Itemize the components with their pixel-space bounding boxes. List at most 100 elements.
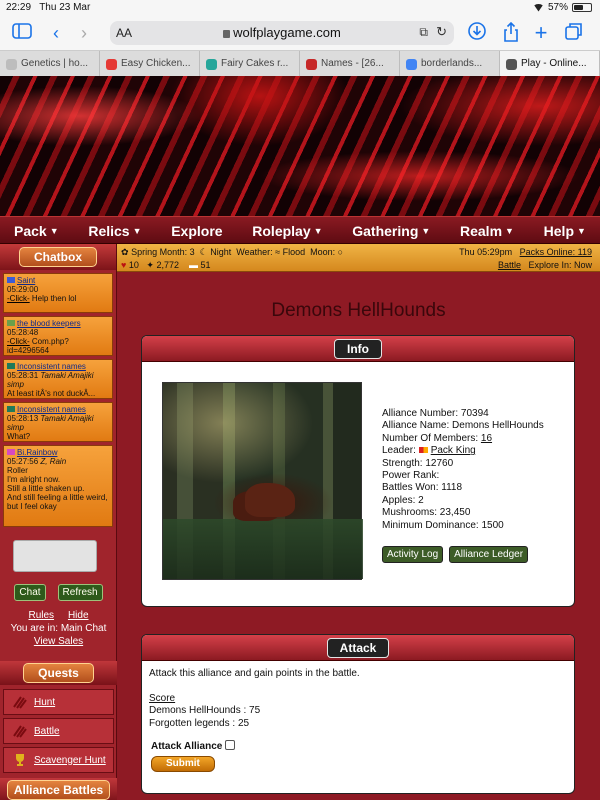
- chat-click-link[interactable]: -Click-: [7, 294, 30, 303]
- tabs-overview-icon[interactable]: [562, 22, 586, 44]
- back-icon[interactable]: ‹: [46, 22, 66, 44]
- chat-user-link[interactable]: Inconsistent names: [17, 405, 86, 414]
- trophy-icon: [16, 754, 24, 766]
- quests-title[interactable]: Quests: [23, 663, 94, 683]
- alliance-number: Alliance Number: 70394: [382, 408, 489, 419]
- url-display[interactable]: wolfplaygame.com: [110, 25, 454, 40]
- browser-tab-label: Names - [26...: [321, 58, 384, 69]
- page-title: Demons HellHounds: [271, 300, 446, 321]
- chat-user-link[interactable]: the blood keepers: [17, 319, 81, 328]
- strength: Strength: 12760: [382, 457, 454, 469]
- attack-panel: Attack Attack this alliance and gain poi…: [141, 634, 575, 794]
- min-dominance: Minimum Dominance: 1500: [382, 519, 504, 531]
- chatbox-title[interactable]: Chatbox: [19, 247, 97, 267]
- browser-tab[interactable]: Names - [26...: [300, 51, 400, 77]
- bone-icon: ▬: [189, 260, 198, 270]
- submit-button[interactable]: Submit: [151, 755, 215, 772]
- browser-tab[interactable]: borderlands...: [400, 51, 500, 77]
- flood-icon: ≈: [275, 247, 281, 257]
- chevron-down-icon: ▼: [49, 226, 59, 236]
- chat-line: Still a little shaken up.: [7, 484, 85, 493]
- battle-link[interactable]: Battle: [498, 260, 521, 270]
- chat-input[interactable]: [13, 540, 97, 572]
- flag-icon: [7, 406, 15, 412]
- packs-online-link[interactable]: Packs Online: 119: [520, 247, 592, 257]
- members-link[interactable]: 16: [481, 433, 492, 444]
- main-content: Demons HellHounds Info Alliance Number: …: [117, 272, 600, 800]
- favicon-icon: [106, 58, 117, 70]
- favicon-icon: [506, 58, 517, 70]
- hide-link[interactable]: Hide: [68, 610, 89, 621]
- status-right: 57%: [532, 2, 592, 13]
- nav-label: Pack: [14, 223, 47, 239]
- alliance-battles-title[interactable]: Alliance Battles: [6, 780, 111, 800]
- share-icon[interactable]: [500, 21, 522, 44]
- refresh-button[interactable]: Refresh: [57, 584, 103, 601]
- nav-item-pack[interactable]: Pack ▼: [14, 217, 59, 243]
- attack-alliance-checkbox[interactable]: [225, 740, 236, 750]
- favicon-icon: [406, 58, 417, 70]
- download-icon[interactable]: [466, 22, 488, 44]
- status-date: Thu 23 Mar: [39, 2, 91, 13]
- activity-log-button[interactable]: Activity Log: [382, 546, 444, 563]
- browser-tab-label: borderlands...: [421, 58, 483, 69]
- browser-toolbar: ‹ › AA wolfplaygame.com ⧉ ↻ +: [0, 16, 600, 50]
- chat-user-link[interactable]: Inconsistent names: [17, 362, 86, 371]
- attack-panel-title: Attack: [326, 637, 390, 658]
- nav-label: Relics: [88, 223, 130, 239]
- leader-link[interactable]: Pack King: [431, 445, 476, 456]
- browser-tab[interactable]: Easy Chicken...: [100, 51, 200, 77]
- chat-links: Rules Hide You are in: Main Chat View Sa…: [0, 609, 117, 648]
- game-info-bar: ✿ Spring Month: 3 ☾ Night Weather: ≈ Flo…: [117, 244, 600, 272]
- chat-time: 05:27:56: [7, 457, 39, 466]
- chat-author: Z, Rain: [40, 457, 67, 466]
- browser-tab-label: Fairy Cakes r...: [221, 58, 289, 69]
- browser-tab[interactable]: Genetics | ho...: [0, 51, 100, 77]
- nav-item-realm[interactable]: Realm ▼: [460, 217, 514, 243]
- reload-icon[interactable]: ↻: [436, 24, 447, 40]
- heart-icon: ♥: [121, 260, 127, 270]
- flag-icon: [7, 277, 15, 283]
- paw-icon: ✦: [146, 260, 154, 270]
- view-sales-link[interactable]: View Sales: [34, 636, 83, 647]
- nav-label: Gathering: [352, 223, 419, 239]
- chat-time: 05:28:48: [7, 328, 39, 337]
- info-right-2: Battle Explore In: Now: [498, 260, 592, 270]
- battles-won: Battles Won: 1118: [382, 482, 463, 494]
- sidebar-toggle-icon[interactable]: [10, 22, 34, 44]
- forward-icon[interactable]: ›: [74, 22, 94, 44]
- stat-2: 2,772: [156, 260, 179, 270]
- nav-item-relics[interactable]: Relics ▼: [88, 217, 141, 243]
- chat-message: Inconsistent names 05:28:13 Tamaki Amajik…: [3, 402, 113, 442]
- chat-user-link[interactable]: Bi.Rainbow: [17, 448, 57, 457]
- browser-tab[interactable]: Play - Online...: [500, 51, 600, 77]
- chat-button[interactable]: Chat: [14, 584, 46, 601]
- chat-message: Saint 05:29:00 -Click- Help then lol: [3, 273, 113, 313]
- browser-tabs: Genetics | ho... Easy Chicken... Fairy Cak…: [0, 50, 600, 77]
- score-label: Score: [149, 692, 176, 704]
- time-of-day: Night: [210, 247, 232, 257]
- quest-battle[interactable]: Battle: [3, 718, 114, 744]
- attack-alliance-label: Attack Alliance: [151, 741, 223, 752]
- quest-hunt[interactable]: Hunt: [3, 689, 114, 715]
- chat-user-link[interactable]: Saint: [17, 276, 35, 285]
- chat-click-link[interactable]: -Click-: [7, 337, 30, 346]
- alliance-ledger-button[interactable]: Alliance Ledger: [449, 546, 529, 563]
- quest-scavenger-hunt[interactable]: Scavenger Hunt: [3, 747, 114, 773]
- leader-label: Leader:: [382, 445, 419, 457]
- address-bar[interactable]: AA wolfplaygame.com ⧉ ↻: [110, 21, 454, 45]
- status-time-date: 22:29 Thu 23 Mar: [6, 2, 90, 13]
- chat-message: Inconsistent names 05:28:31 Tamaki Amajik…: [3, 359, 113, 399]
- nav-item-help[interactable]: Help ▼: [544, 217, 586, 243]
- ground-shape: [163, 519, 363, 579]
- status-time: 22:29: [6, 2, 32, 13]
- reader-icon[interactable]: ⧉: [419, 25, 428, 40]
- chat-message: Bi.Rainbow 05:27:56 Z, Rain Roller I'm alri…: [3, 445, 113, 527]
- new-tab-icon[interactable]: +: [530, 22, 552, 44]
- nav-item-gathering[interactable]: Gathering ▼: [352, 217, 430, 243]
- rules-link[interactable]: Rules: [28, 610, 54, 621]
- weather-label: Weather:: [236, 247, 273, 257]
- browser-tab[interactable]: Fairy Cakes r...: [200, 51, 300, 77]
- nav-item-explore[interactable]: Explore: [171, 217, 222, 243]
- nav-item-roleplay[interactable]: Roleplay ▼: [252, 217, 322, 243]
